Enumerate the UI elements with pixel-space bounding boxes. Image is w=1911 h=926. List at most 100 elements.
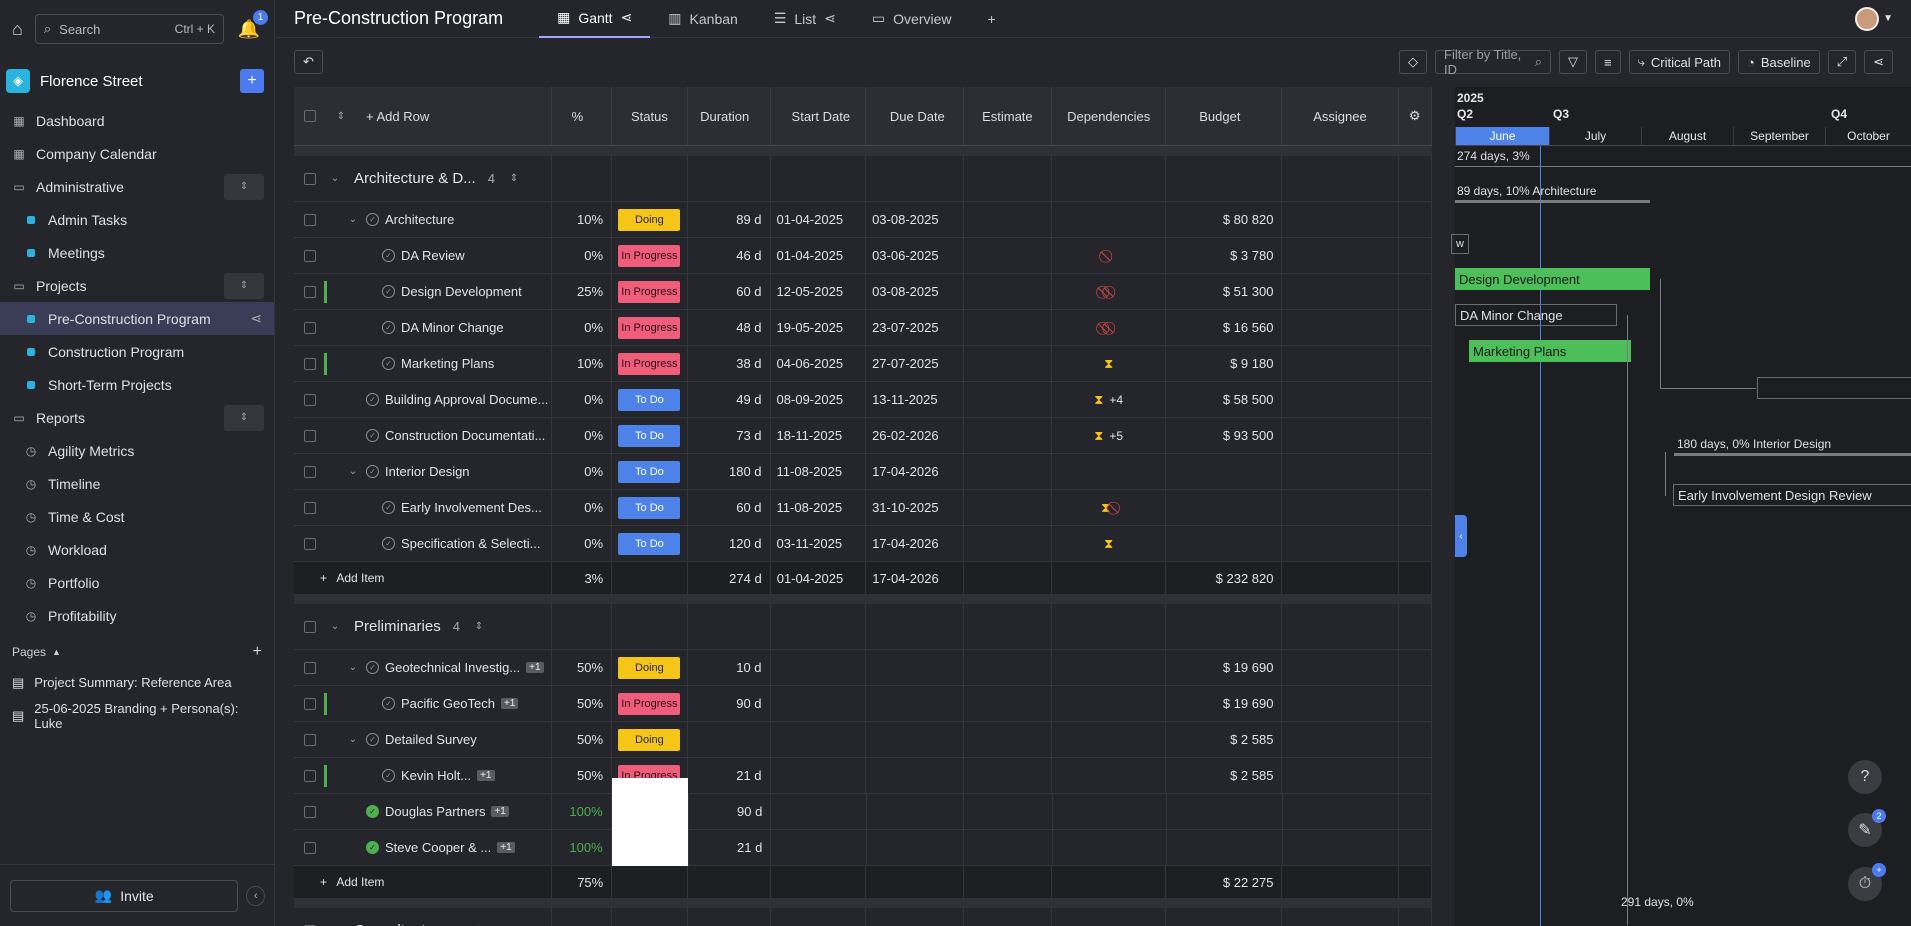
assignee-cell[interactable] (1282, 382, 1399, 417)
chevron-down-icon[interactable]: ⌄ (346, 466, 360, 477)
percent-cell[interactable]: 10% (552, 202, 613, 237)
assignee-cell[interactable] (1282, 418, 1399, 453)
duration-cell[interactable]: 21 d (689, 830, 772, 865)
duration-cell[interactable]: 38 d (688, 346, 771, 381)
dependencies-cell[interactable]: ⃠ (1052, 238, 1167, 273)
budget-cell[interactable] (1167, 794, 1283, 829)
sidebar-item-administrative[interactable]: ▭ Administrative ⇕ (0, 170, 274, 203)
row-checkbox[interactable] (304, 805, 316, 818)
notifications-button[interactable]: 🔔 1 (236, 10, 268, 42)
row-checkbox[interactable] (304, 769, 316, 782)
task-name[interactable]: Kevin Holt... (401, 768, 471, 783)
table-row[interactable]: ✓ Building Approval Docume... 0% To Do 49 d0… (294, 382, 1432, 418)
budget-cell[interactable]: $ 51 300 (1166, 274, 1283, 309)
status-circle-icon[interactable]: ✓ (366, 465, 379, 478)
search-input[interactable]: ⌕ Search Ctrl + K (34, 14, 224, 44)
early-involvement-bar[interactable]: Early Involvement Design Review (1673, 484, 1911, 506)
status-circle-icon[interactable]: ✓ (366, 393, 379, 406)
task-name[interactable]: Detailed Survey (385, 732, 477, 747)
status-badge[interactable]: To Do (618, 388, 681, 411)
table-row[interactable]: ✓ Design Development 25% In Progress 60 d 12-… (294, 274, 1432, 310)
due-date-cell[interactable]: 23-07-2025 (866, 310, 964, 345)
status-badge[interactable]: Doing (618, 656, 681, 679)
estimate-cell[interactable] (964, 418, 1053, 453)
add-tab-button[interactable]: + (970, 0, 1014, 38)
estimate-cell[interactable] (964, 526, 1053, 561)
status-circle-icon[interactable]: ✓ (366, 213, 379, 226)
start-date-cell[interactable]: 08-09-2025 (771, 382, 867, 417)
due-date-cell[interactable] (866, 650, 964, 685)
percent-cell[interactable]: 25% (552, 274, 613, 309)
assignee-cell[interactable] (1283, 830, 1399, 865)
table-row[interactable]: ⌄ ✓ Interior Design 0% To Do 180 d 11-08-2025 1… (294, 454, 1432, 490)
dependencies-cell[interactable] (1053, 830, 1167, 865)
estimate-cell[interactable] (964, 238, 1053, 273)
row-checkbox[interactable] (304, 357, 316, 370)
percent-cell[interactable]: 50% (552, 758, 613, 793)
assignee-cell[interactable] (1282, 686, 1399, 721)
group-header[interactable]: ⌄ Preliminaries 4 ⇕ (294, 604, 1432, 650)
col-budget[interactable]: Budget (1166, 87, 1283, 145)
start-date-cell[interactable] (771, 794, 867, 829)
percent-cell[interactable]: 0% (552, 310, 613, 345)
task-name[interactable]: Geotechnical Investig... (385, 660, 520, 675)
task-name[interactable]: Building Approval Docume... (385, 392, 548, 407)
tab-list[interactable]: ☰ List ⋖ (756, 0, 854, 38)
sort-button[interactable]: ≡ (1595, 50, 1621, 74)
dependencies-cell[interactable]: ⧗ +5 (1052, 418, 1167, 453)
assignee-cell[interactable] (1282, 310, 1399, 345)
assignee-cell[interactable] (1282, 274, 1399, 309)
table-row[interactable]: ✓ Pacific GeoTech +1 50% In Progress 90 d $ 19… (294, 686, 1432, 722)
estimate-cell[interactable] (964, 310, 1053, 345)
row-checkbox[interactable] (304, 465, 316, 478)
sidebar-item-timeline[interactable]: ◷ Timeline (0, 467, 274, 500)
assignee-cell[interactable] (1282, 758, 1399, 793)
notes-button[interactable]: ✎ 2 (1848, 809, 1886, 847)
percent-cell[interactable]: 0% (552, 382, 613, 417)
percent-cell[interactable]: 50% (552, 686, 613, 721)
add-button[interactable]: + (240, 69, 264, 93)
due-date-cell[interactable] (866, 758, 964, 793)
home-icon[interactable]: ⌂ (12, 19, 23, 40)
tab-gantt[interactable]: ▦ Gantt ⋖ (539, 0, 651, 38)
task-name[interactable]: Pacific GeoTech (401, 696, 495, 711)
assignee-cell[interactable] (1282, 490, 1399, 525)
chevron-down-icon[interactable]: ▼ (1883, 13, 1893, 24)
chevron-down-icon[interactable]: ⌄ (346, 214, 360, 225)
row-checkbox[interactable] (304, 249, 316, 262)
due-date-cell[interactable]: 03-08-2025 (866, 274, 964, 309)
filter-input[interactable]: Filter by Title, ID ⌕ (1435, 47, 1551, 77)
estimate-cell[interactable] (964, 202, 1053, 237)
percent-cell[interactable]: 50% (552, 722, 613, 757)
chevron-down-icon[interactable]: ⌄ (328, 621, 342, 632)
dependencies-cell[interactable]: ⧗⃠ (1052, 490, 1167, 525)
task-name[interactable]: Marketing Plans (401, 356, 494, 371)
due-date-cell[interactable]: 03-06-2025 (866, 238, 964, 273)
table-row[interactable]: ✓ DA Minor Change 0% In Progress 48 d 19-05-2… (294, 310, 1432, 346)
task-name[interactable]: Douglas Partners (385, 804, 485, 819)
estimate-cell[interactable] (964, 758, 1053, 793)
assignee-cell[interactable] (1282, 526, 1399, 561)
status-badge[interactable]: To Do (618, 460, 681, 483)
interior-design-bar[interactable] (1674, 453, 1911, 456)
sidebar-item-dashboard[interactable]: ▦ Dashboard (0, 104, 274, 137)
col-start-date[interactable]: Start Date (771, 87, 867, 145)
budget-cell[interactable]: $ 3 780 (1166, 238, 1283, 273)
col-percent[interactable]: % (552, 87, 613, 145)
task-name[interactable]: Specification & Selecti... (401, 536, 540, 551)
col-estimate[interactable]: Estimate (964, 87, 1053, 145)
sidebar-item-workload[interactable]: ◷ Workload (0, 533, 274, 566)
table-row[interactable]: ✓ Douglas Partners +1 100% 90 d (294, 778, 1432, 845)
row-checkbox[interactable] (304, 733, 316, 746)
budget-cell[interactable] (1166, 490, 1283, 525)
expand-button[interactable]: ⇕ (224, 173, 264, 200)
expand-button[interactable]: ⇕ (224, 404, 264, 431)
chevron-down-icon[interactable]: ⌄ (328, 173, 342, 184)
add-row-button[interactable]: + Add Row (366, 109, 429, 124)
col-dependencies[interactable]: Dependencies (1052, 87, 1167, 145)
status-circle-icon[interactable]: ✓ (382, 769, 395, 782)
sidebar-item-short-term-projects[interactable]: Short-Term Projects (0, 368, 274, 401)
start-date-cell[interactable] (771, 722, 867, 757)
invite-button[interactable]: 👥 Invite (10, 879, 239, 912)
status-circle-icon[interactable]: ✓ (382, 357, 395, 370)
